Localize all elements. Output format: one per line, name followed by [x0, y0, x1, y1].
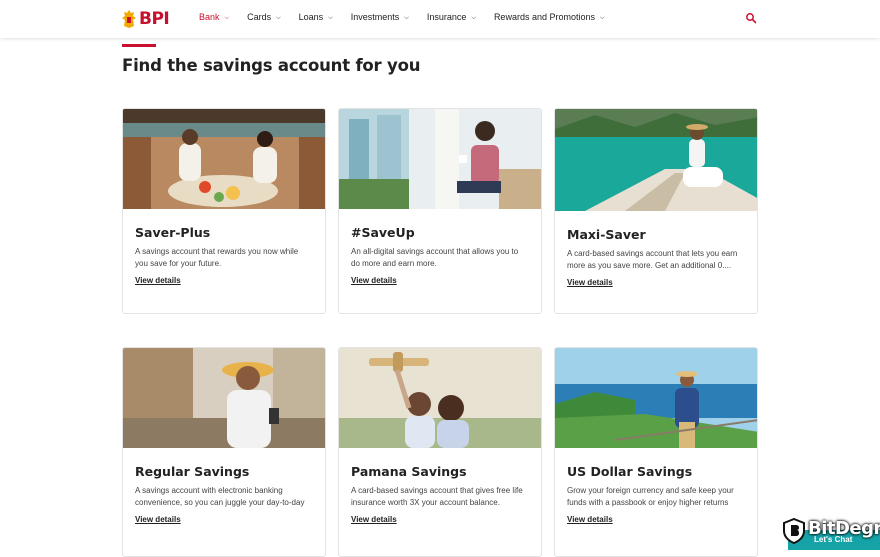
chevron-down-icon: ⌵ [471, 14, 476, 21]
nav-label: Bank [199, 12, 220, 22]
card-image-couple-dining-on-boat [123, 109, 325, 209]
bitdegree-watermark: BitDegree [808, 518, 880, 539]
bitdegree-shield-icon [783, 518, 805, 544]
chevron-down-icon: ⌵ [328, 14, 333, 21]
chevron-down-icon: ⌵ [224, 14, 230, 21]
product-card-saveup[interactable]: #SaveUp An all-digital savings account t… [338, 108, 542, 314]
card-title: Regular Savings [135, 464, 250, 479]
logo-text: BPI [139, 9, 170, 29]
bpi-logo[interactable]: BPI [122, 9, 170, 29]
product-card-saver-plus[interactable]: Saver-Plus A savings account that reward… [122, 108, 326, 314]
top-navigation-bar: BPI Bank ⌵ Cards ⌵ Loans ⌵ Investments ⌵ Ins… [0, 0, 880, 38]
view-details-link[interactable]: View details [567, 515, 613, 524]
card-description: A card-based savings account that gives … [351, 486, 523, 507]
card-title: Pamana Savings [351, 464, 467, 479]
nav-rewards-and-promotions[interactable]: Rewards and Promotions ⌵ [494, 12, 605, 22]
product-card-maxi-saver[interactable]: Maxi-Saver A card-based savings account … [554, 108, 758, 314]
nav-label: Investments [350, 12, 400, 22]
nav-cards[interactable]: Cards ⌵ [247, 12, 281, 22]
view-details-link[interactable]: View details [351, 276, 397, 285]
chevron-down-icon: ⌵ [276, 14, 281, 21]
nav-label: Loans [298, 12, 324, 22]
view-details-link[interactable]: View details [135, 515, 181, 524]
product-card-pamana-savings[interactable]: Pamana Savings A card-based savings acco… [338, 347, 542, 557]
card-image-man-with-coffee-by-window [339, 109, 541, 209]
card-title: US Dollar Savings [567, 464, 693, 479]
nav-bank[interactable]: Bank ⌵ [199, 12, 229, 22]
nav-insurance[interactable]: Insurance ⌵ [427, 12, 476, 22]
product-card-us-dollar-savings[interactable]: US Dollar Savings Grow your foreign curr… [554, 347, 758, 557]
section-accent-bar [122, 44, 156, 47]
nav-loans[interactable]: Loans ⌵ [299, 12, 333, 22]
card-image-traveler-at-seaside-viewpoint [555, 348, 757, 448]
view-details-link[interactable]: View details [135, 276, 181, 285]
card-description: An all-digital savings account that allo… [351, 247, 519, 268]
card-description: Grow your foreign currency and safe keep… [567, 486, 734, 507]
view-details-link[interactable]: View details [567, 278, 613, 287]
card-title: #SaveUp [351, 225, 415, 240]
card-title: Saver-Plus [135, 225, 211, 240]
nav-investments[interactable]: Investments ⌵ [351, 12, 409, 22]
section-title: Find the savings account for you [122, 56, 421, 75]
nav-label: Rewards and Promotions [493, 12, 595, 22]
card-title: Maxi-Saver [567, 227, 646, 242]
card-image-mother-and-child-with-toy-plane [339, 348, 541, 448]
nav-label: Insurance [426, 12, 467, 22]
nav-label: Cards [247, 12, 272, 22]
chevron-down-icon: ⌵ [404, 14, 409, 21]
main-nav: Bank ⌵ Cards ⌵ Loans ⌵ Investments ⌵ Insuran… [199, 12, 623, 22]
card-description: A card-based savings account that lets y… [567, 249, 738, 270]
bpi-logo-icon [122, 10, 136, 28]
card-image-woman-on-boat-bow [555, 109, 757, 211]
card-description: A savings account with electronic bankin… [135, 486, 305, 507]
view-details-link[interactable]: View details [351, 515, 397, 524]
card-image-woman-with-phone-and-hat [123, 348, 325, 448]
chevron-down-icon: ⌵ [600, 14, 605, 21]
search-icon[interactable] [745, 12, 757, 24]
product-card-regular-savings[interactable]: Regular Savings A savings account with e… [122, 347, 326, 557]
card-description: A savings account that rewards you now w… [135, 247, 299, 268]
